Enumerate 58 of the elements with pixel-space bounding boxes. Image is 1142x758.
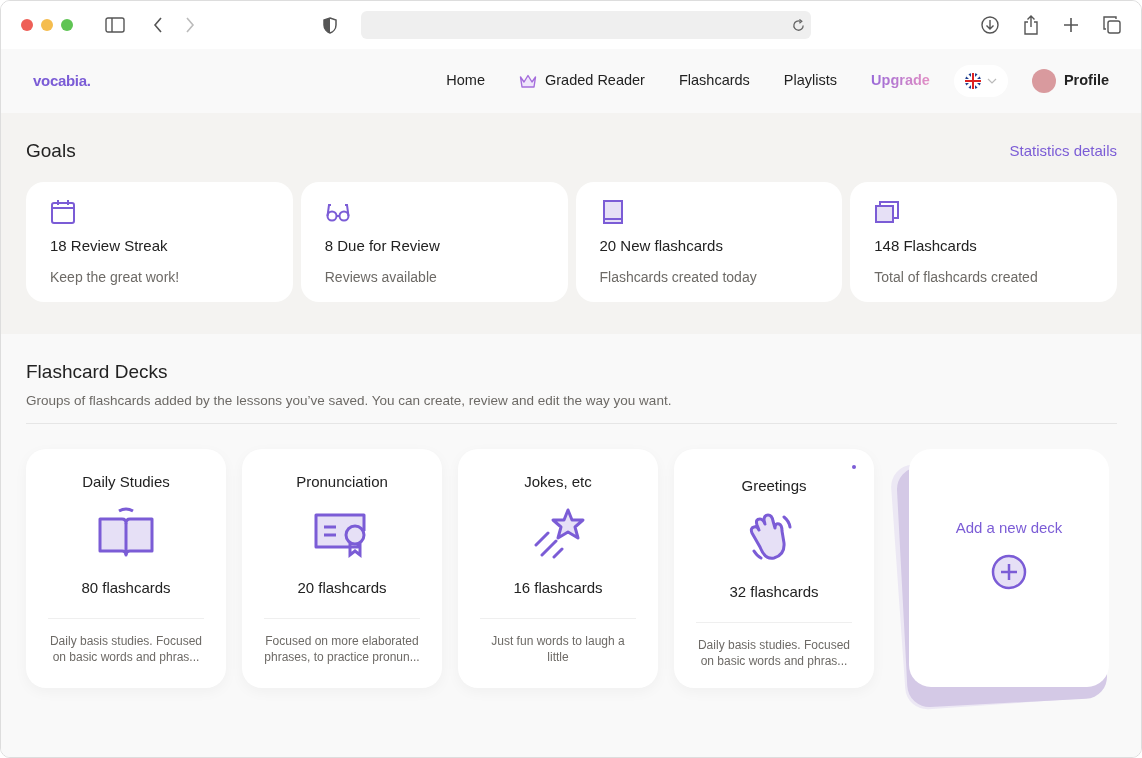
goal-title: 148 Flashcards — [874, 235, 978, 256]
statistics-link[interactable]: Statistics details — [1009, 140, 1117, 163]
deck-description: Just fun words to laugh a little — [480, 617, 636, 665]
goal-subtitle: Total of flashcards created — [874, 268, 1039, 287]
waving-hand-icon — [749, 513, 792, 560]
goal-title: 18 Review Streak — [50, 235, 169, 256]
logo[interactable]: vocabia. — [33, 69, 91, 93]
shooting-star-icon — [534, 508, 585, 559]
download-icon[interactable] — [981, 16, 999, 34]
deck-count: 20 flashcards — [297, 578, 387, 599]
flag-icon — [964, 73, 981, 89]
deck-description: Focused on more elaborated phrases, to practice pronun... — [264, 617, 420, 665]
share-icon[interactable] — [1023, 15, 1039, 35]
nav-link[interactable]: Flashcards — [678, 66, 750, 96]
deck-description: Daily basis studies. Focused on basic words and phras... — [696, 621, 852, 669]
chevron-down-icon — [986, 78, 997, 84]
deck-count: 32 flashcards — [729, 582, 819, 603]
section-title: Flashcard Decks — [26, 360, 169, 384]
deck-card[interactable]: Daily Studies 80 flashcards Daily basis studies. Focused on basic words and phras... — [26, 448, 226, 688]
calendar-icon — [50, 198, 76, 225]
open-book-icon — [98, 507, 154, 557]
profile-label: Profile — [1063, 71, 1109, 91]
nav-link[interactable]: Graded Reader — [519, 66, 645, 96]
section-description: Groups of flashcards added by the lessons you’ve saved. You can create, review and edit the way you want. — [26, 391, 673, 410]
goal-title: 20 New flashcards — [599, 235, 724, 256]
deck-name: Greetings — [741, 475, 807, 496]
deck-count: 80 flashcards — [81, 578, 171, 599]
new-tab-icon[interactable] — [1063, 17, 1079, 33]
shield-icon[interactable] — [323, 16, 337, 34]
goal-title: 8 Due for Review — [324, 235, 441, 256]
back-icon[interactable] — [153, 17, 163, 33]
cards-icon — [874, 198, 901, 225]
deck-count: 16 flashcards — [513, 578, 603, 599]
deck-card[interactable]: Pronunciation 20 flashcards Focused on more elaborated phrases, to practice pronun... — [242, 448, 442, 688]
avatar — [1031, 69, 1056, 93]
deck-description: Daily basis studies. Focused on basic words and phras... — [48, 617, 204, 665]
deck-name: Pronunciation — [296, 471, 388, 492]
language-selector[interactable] — [953, 65, 1008, 97]
deck-name: Jokes, etc — [524, 471, 592, 492]
crown-icon — [519, 73, 537, 89]
sidebar-icon[interactable] — [105, 17, 125, 33]
profile-link[interactable]: Profile — [1031, 65, 1109, 97]
indicator-dot — [852, 464, 856, 469]
close-window-button[interactable] — [21, 19, 33, 31]
nav-link[interactable]: Home — [446, 66, 485, 96]
goal-subtitle: Flashcards created today — [599, 268, 758, 287]
goal-subtitle: Reviews available — [324, 268, 438, 287]
deck-name: Daily Studies — [82, 471, 170, 492]
section-title: Goals — [26, 139, 76, 163]
reload-icon[interactable] — [792, 18, 805, 32]
goal-subtitle: Keep the great work! — [50, 268, 181, 287]
plus-circle-icon — [991, 553, 1027, 590]
deck-card[interactable]: Greetings 32 flashcards Daily basis studies. Focused on basic words and phras... — [674, 448, 874, 688]
nav-link[interactable]: Playlists — [783, 66, 838, 96]
add-deck-card[interactable]: Add a new deck — [909, 448, 1109, 687]
deck-card[interactable]: Jokes, etc 16 flashcards Just fun words to laugh a little — [458, 448, 658, 688]
tabs-overview-icon[interactable] — [1103, 16, 1121, 34]
certificate-icon — [314, 513, 366, 559]
